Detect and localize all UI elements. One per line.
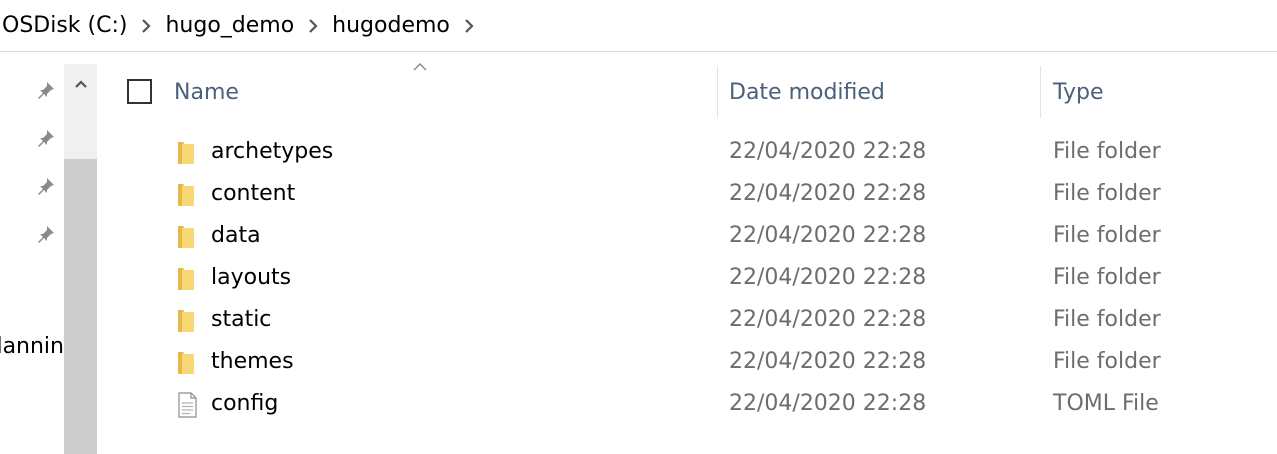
column-header-name[interactable]: Name — [174, 64, 714, 120]
file-name: config — [211, 391, 279, 416]
column-divider[interactable] — [1040, 66, 1041, 118]
file-date: 22/04/2020 22:28 — [729, 265, 927, 290]
file-explorer-window: OSDisk (C:) hugo_demo hugodemo lannin Na… — [0, 0, 1277, 454]
column-header-name-label: Name — [174, 79, 239, 105]
folder-icon — [178, 184, 194, 206]
column-header-type-label: Type — [1053, 79, 1104, 105]
file-row[interactable]: layouts 22/04/2020 22:28 File folder — [97, 258, 1277, 300]
chevron-right-icon[interactable] — [298, 12, 328, 40]
folder-icon — [178, 268, 194, 290]
folder-icon — [178, 142, 194, 164]
pin-icon[interactable] — [34, 174, 58, 198]
breadcrumb-item-osdisk[interactable]: OSDisk (C:) — [0, 12, 131, 40]
file-row[interactable]: data 22/04/2020 22:28 File folder — [97, 216, 1277, 258]
file-name: static — [211, 307, 272, 332]
file-date: 22/04/2020 22:28 — [729, 307, 927, 332]
file-type: File folder — [1053, 223, 1161, 248]
chevron-right-icon[interactable] — [454, 12, 484, 40]
breadcrumb-item-hugodemo[interactable]: hugodemo — [328, 12, 454, 40]
file-date: 22/04/2020 22:28 — [729, 391, 927, 416]
nav-scrollbar[interactable] — [64, 64, 97, 454]
folder-icon — [178, 310, 194, 332]
file-type: File folder — [1053, 265, 1161, 290]
chevron-up-icon[interactable] — [64, 64, 97, 104]
folder-icon — [178, 352, 194, 374]
file-type: File folder — [1053, 181, 1161, 206]
pin-icon[interactable] — [34, 78, 58, 102]
file-type: File folder — [1053, 349, 1161, 374]
file-name: layouts — [211, 265, 292, 290]
file-type: TOML File — [1053, 391, 1159, 416]
file-name: themes — [211, 349, 294, 374]
scrollbar-thumb[interactable] — [64, 159, 97, 454]
file-name: data — [211, 223, 261, 248]
pin-icon[interactable] — [34, 222, 58, 246]
file-list: archetypes 22/04/2020 22:28 File folder … — [97, 132, 1277, 426]
file-row[interactable]: content 22/04/2020 22:28 File folder — [97, 174, 1277, 216]
file-date: 22/04/2020 22:28 — [729, 181, 927, 206]
file-row[interactable]: archetypes 22/04/2020 22:28 File folder — [97, 132, 1277, 174]
document-icon — [178, 392, 197, 418]
breadcrumb-item-hugo-demo[interactable]: hugo_demo — [161, 12, 298, 40]
file-date: 22/04/2020 22:28 — [729, 349, 927, 374]
chevron-right-icon[interactable] — [131, 12, 161, 40]
column-header-row: Name Date modified Type — [97, 63, 1277, 120]
file-name: archetypes — [211, 139, 334, 164]
file-name: content — [211, 181, 296, 206]
file-date: 22/04/2020 22:28 — [729, 139, 927, 164]
file-date: 22/04/2020 22:28 — [729, 223, 927, 248]
file-row[interactable]: static 22/04/2020 22:28 File folder — [97, 300, 1277, 342]
nav-item-label[interactable]: lannin — [0, 334, 64, 359]
file-row[interactable]: themes 22/04/2020 22:28 File folder — [97, 342, 1277, 384]
pin-icon[interactable] — [34, 126, 58, 150]
folder-icon — [178, 226, 194, 248]
column-header-date-label: Date modified — [729, 79, 885, 105]
file-row[interactable]: config 22/04/2020 22:28 TOML File — [97, 384, 1277, 426]
breadcrumb: OSDisk (C:) hugo_demo hugodemo — [0, 0, 1277, 52]
column-header-type[interactable]: Type — [1053, 64, 1273, 120]
column-divider[interactable] — [717, 66, 718, 118]
file-type: File folder — [1053, 307, 1161, 332]
column-header-date[interactable]: Date modified — [729, 64, 1039, 120]
select-all-checkbox[interactable] — [127, 79, 152, 104]
file-type: File folder — [1053, 139, 1161, 164]
navigation-pane: lannin — [0, 64, 64, 454]
